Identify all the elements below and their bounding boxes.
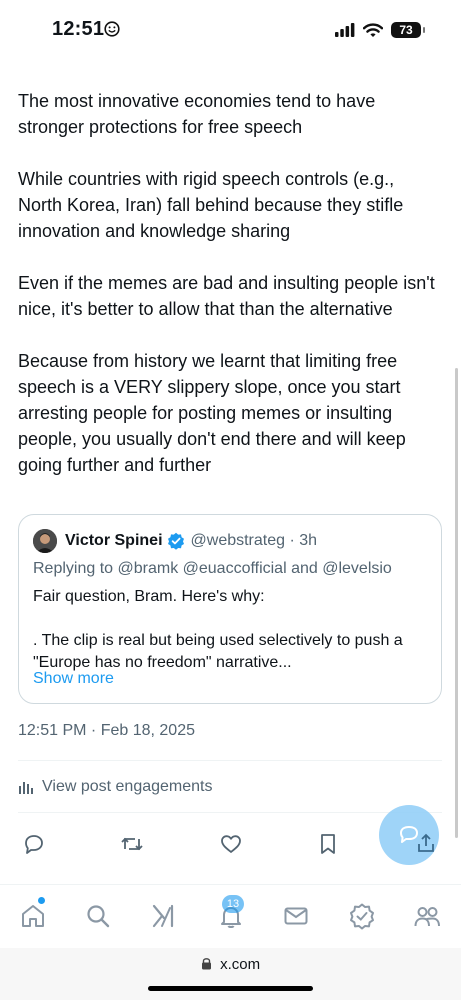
bottom-tab-bar: 13 <box>0 884 461 947</box>
status-time: 12:51 <box>52 18 105 40</box>
quote-handle-time: @webstrateg · 3h <box>190 532 318 549</box>
lock-icon <box>201 958 211 970</box>
battery-indicator: 73 <box>391 22 425 38</box>
verified-orgs-icon[interactable] <box>348 902 376 930</box>
quoted-post[interactable]: Victor Spinei @webstrateg · 3h Replying … <box>18 514 442 704</box>
home-notification-dot <box>38 897 45 904</box>
quote-text: Fair question, Bram. Here's why: . The c… <box>33 586 429 674</box>
tweet-paragraph: Because from history we learnt that limi… <box>18 351 406 475</box>
smiley-icon <box>104 21 120 37</box>
wifi-icon <box>363 22 383 37</box>
repost-icon[interactable] <box>120 832 144 856</box>
quote-line: . The clip is real but being used select… <box>33 632 403 649</box>
communities-icon[interactable] <box>413 902 441 930</box>
home-icon[interactable] <box>19 902 47 930</box>
messages-icon[interactable] <box>282 902 310 930</box>
quote-author-name[interactable]: Victor Spinei <box>65 532 163 550</box>
quote-line: Fair question, Bram. Here's why: <box>33 588 265 605</box>
status-bar: 12:51 73 <box>0 0 461 62</box>
tweet-timestamp[interactable]: 12:51 PM · Feb 18, 2025 <box>18 722 195 740</box>
browser-address-bar[interactable]: x.com <box>0 948 461 1000</box>
tweet-paragraph: Even if the memes are bad and insulting … <box>18 273 435 319</box>
show-more-link[interactable]: Show more <box>33 670 114 688</box>
tweet-text: The most innovative economies tend to ha… <box>18 88 438 504</box>
url-display[interactable]: x.com <box>0 956 461 973</box>
engagements-label: View post engagements <box>42 778 213 795</box>
scrollbar[interactable] <box>455 368 458 838</box>
quote-header: Victor Spinei @webstrateg · 3h <box>33 529 317 553</box>
cellular-signal-icon <box>335 23 355 37</box>
quote-line <box>33 608 429 630</box>
avatar[interactable] <box>33 529 57 553</box>
bookmark-icon[interactable] <box>316 832 340 856</box>
url-text: x.com <box>220 956 261 973</box>
avatar-image <box>33 529 57 553</box>
reply-icon[interactable] <box>22 832 46 856</box>
view-engagements-link[interactable]: View post engagements <box>18 778 212 796</box>
divider <box>18 812 442 813</box>
notifications-badge: 13 <box>222 895 244 913</box>
divider <box>18 760 442 761</box>
battery-level: 73 <box>399 23 413 37</box>
home-indicator <box>148 986 313 991</box>
grok-icon[interactable] <box>150 902 178 930</box>
tweet-paragraph: While countries with rigid speech contro… <box>18 169 404 241</box>
tweet-paragraph: The most innovative economies tend to ha… <box>18 91 376 137</box>
search-icon[interactable] <box>84 902 112 930</box>
analytics-icon <box>19 782 33 794</box>
verified-badge-icon <box>167 532 184 550</box>
like-icon[interactable] <box>219 832 243 856</box>
replying-to: Replying to @bramk @euaccofficial and @l… <box>33 560 392 577</box>
share-icon[interactable] <box>416 833 436 853</box>
